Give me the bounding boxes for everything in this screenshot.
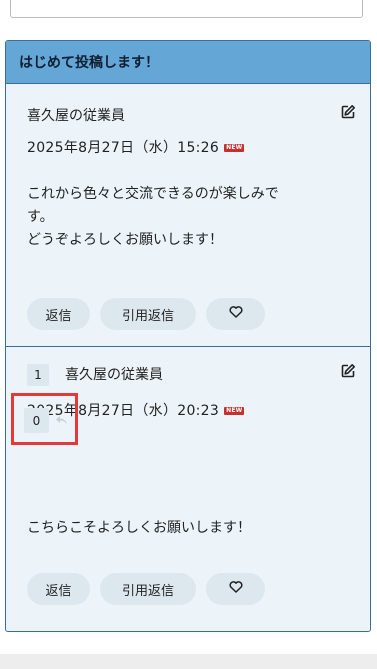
post-author: 喜久屋の従業員 [65, 367, 163, 383]
highlight-annotation: 0 [11, 393, 78, 445]
post-body-line: こちらこそよろしくお願いします！ [27, 520, 251, 536]
bottom-bar [0, 654, 377, 669]
post-body: これから色々と交流できるのが楽しみで す。 どうぞよろしくお願いします！ [27, 183, 356, 252]
heart-icon [228, 306, 243, 322]
post-datetime-text: 2025年8月27日（水）15:26 [27, 140, 220, 156]
reply-arrow-icon[interactable] [55, 415, 68, 426]
post-actions: 返信 引用返信 [27, 573, 265, 605]
post-number-badge: 1 [27, 364, 49, 386]
new-badge: NEW [224, 144, 245, 152]
post-actions: 返信 引用返信 [27, 298, 265, 330]
post-body-line: これから色々と交流できるのが楽しみで [27, 186, 279, 202]
reply-button[interactable]: 返信 [27, 298, 90, 330]
thread-title: はじめて投稿します！ [6, 41, 370, 84]
top-input-field[interactable] [10, 0, 363, 18]
post-body-line: どうぞよろしくお願いします！ [27, 232, 223, 248]
edit-icon[interactable] [340, 104, 356, 124]
post-body-line: す。 [27, 209, 54, 225]
like-button[interactable] [206, 298, 265, 330]
post-reply: 1 喜久屋の従業員 2025年8月27日（水）20:23 NEW こちらこそよろしく… [6, 347, 370, 631]
edit-icon[interactable] [340, 363, 356, 383]
quote-reply-button[interactable]: 引用返信 [100, 298, 196, 330]
post-original: 喜久屋の従業員 2025年8月27日（水）15:26 NEW これから色々と交流で… [6, 84, 370, 347]
heart-icon [228, 581, 243, 597]
post-datetime: 2025年8月27日（水）15:26 NEW [27, 137, 245, 157]
reply-count: 0 [24, 408, 49, 433]
post-author: 喜久屋の従業員 [27, 108, 125, 124]
like-button[interactable] [206, 573, 265, 605]
reply-button[interactable]: 返信 [27, 573, 90, 605]
new-badge: NEW [224, 407, 245, 415]
quote-reply-button[interactable]: 引用返信 [100, 573, 196, 605]
reply-count-widget[interactable]: 0 [24, 408, 70, 433]
post-body: こちらこそよろしくお願いします！ [27, 517, 356, 540]
post-author-row: 1 喜久屋の従業員 [27, 364, 163, 386]
thread-card: はじめて投稿します！ 喜久屋の従業員 2025年8月27日（水）15:26 NEW… [5, 40, 371, 632]
